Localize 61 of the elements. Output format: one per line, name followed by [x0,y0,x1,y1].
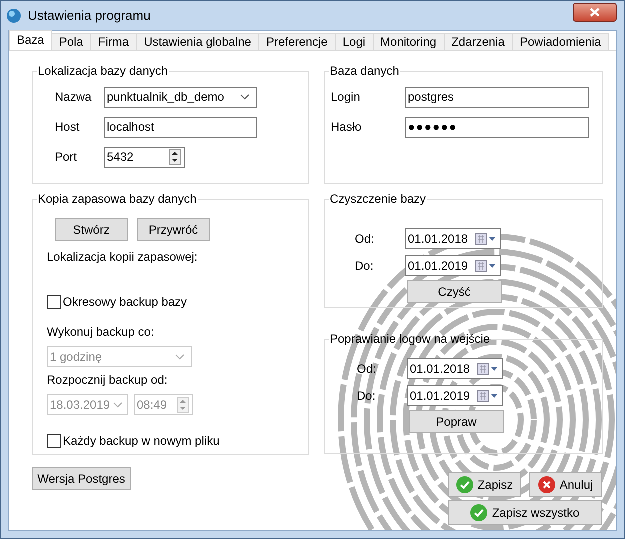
spin-field[interactable]: 5432 [104,146,185,168]
tab[interactable]: Pola [51,33,92,50]
action-button[interactable]: Przywróć [137,218,210,241]
calendar-icon [477,362,499,374]
text-field[interactable]: localhost [104,116,257,138]
action-button[interactable]: Stwórz [55,218,128,241]
backup-location-label: Lokalizacja kopii zapasowej: [47,250,199,264]
field-label: Hasło [331,120,363,134]
close-button[interactable] [573,3,617,22]
tab[interactable]: Ustawienia globalne [136,33,260,50]
group-title: Poprawianie logow na wejście [329,332,492,346]
group-title: Baza danych [329,64,400,78]
field-label: Host [55,120,81,134]
calendar-icon [477,390,499,402]
calendar-icon [475,260,497,272]
tab[interactable]: Firma [90,33,138,50]
dropdown[interactable]: punktualnik_db_demo [104,86,257,108]
action-button[interactable]: Czyść [407,280,502,303]
check-icon [470,504,488,522]
group-title: Kopia zapasowa bazy danych [37,192,198,206]
date-field[interactable]: 01.01.2018 [405,228,501,249]
date-field[interactable]: 01.01.2019 [405,255,501,276]
action-button[interactable]: Anuluj [529,472,602,497]
interval-label: Wykonuj backup co: [47,325,156,339]
checkbox[interactable]: Każdy backup w nowym pliku [47,434,308,448]
chevron-icon [240,94,250,100]
password-field[interactable]: ●●●●●● [405,116,589,138]
tab[interactable]: Preferencje [258,33,336,50]
text-field[interactable]: postgres [405,86,589,108]
date-field[interactable]: 01.01.2018 [407,358,503,379]
field-label: Login [331,90,362,104]
action-button[interactable]: Zapisz wszystko [448,500,602,525]
tab[interactable]: Zdarzenia [444,33,513,50]
window-title: Ustawienia programu [28,8,152,23]
field-label: Od: [355,232,376,246]
calendar-icon [475,232,497,244]
action-button[interactable]: Popraw [409,410,504,433]
tab[interactable]: Logi [334,33,374,50]
tab[interactable]: Baza [9,30,52,50]
spinner-icon [169,149,181,165]
group-title: Czyszczenie bazy [329,192,428,206]
field-label: Port [55,150,78,164]
group-title: Lokalizacja bazy danych [37,64,170,78]
chevron-icon [175,354,185,360]
checkbox[interactable]: Okresowy backup bazy [47,295,308,309]
close-icon [590,8,600,17]
action-button[interactable]: Zapisz [448,472,521,497]
globe-icon [6,8,22,24]
field-label: Do: [357,388,377,402]
field-label: Do: [355,258,375,272]
tab[interactable]: Monitoring [372,33,445,50]
check-icon [456,476,474,494]
field-label: Od: [357,362,378,376]
postgres-version-button[interactable]: Wersja Postgres [32,467,131,490]
tab[interactable]: Powiadomienia [512,33,610,50]
cancel-icon [538,476,556,494]
field-label: Nazwa [55,90,93,104]
chevron-icon [113,402,123,408]
start-label: Rozpocznij backup od: [47,373,169,387]
date-field[interactable]: 01.01.2019 [407,385,503,406]
spinner-icon [177,396,189,412]
